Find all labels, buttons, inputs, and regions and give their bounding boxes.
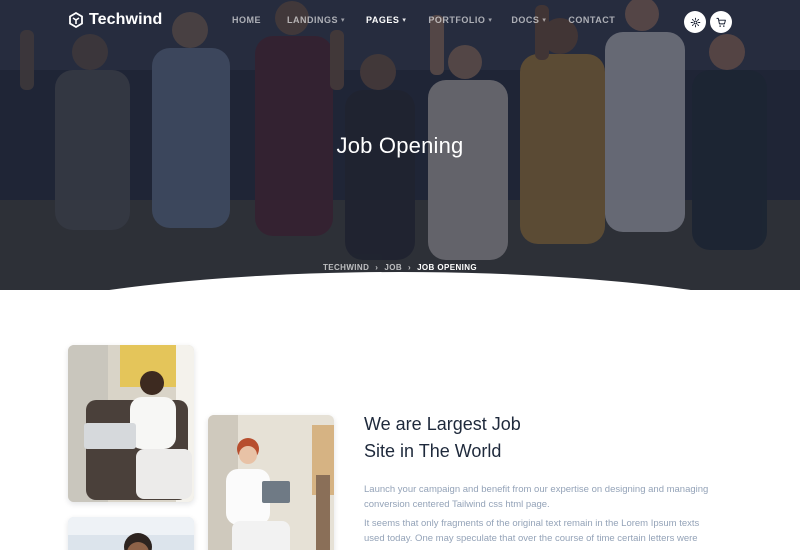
logo-icon bbox=[69, 12, 83, 28]
top-navbar: Techwind HOME LANDINGS ▾ PAGES ▾ PORTFOL… bbox=[0, 0, 800, 44]
chevron-down-icon: ▾ bbox=[402, 17, 407, 24]
nav-item-label: CONTACT bbox=[568, 15, 616, 25]
chevron-down-icon: ▾ bbox=[341, 17, 346, 24]
breadcrumb-separator-icon: › bbox=[375, 263, 379, 272]
breadcrumb-link-techwind[interactable]: TECHWIND bbox=[323, 263, 369, 272]
nav-item-label: LANDINGS bbox=[287, 15, 338, 25]
main-menu: HOME LANDINGS ▾ PAGES ▾ PORTFOLIO ▾ DOCS… bbox=[232, 15, 615, 25]
shopping-cart-icon bbox=[715, 17, 726, 27]
nav-item-label: PORTFOLIO bbox=[428, 15, 486, 25]
nav-item-portfolio[interactable]: PORTFOLIO ▾ bbox=[428, 15, 492, 25]
nav-item-contact[interactable]: CONTACT bbox=[568, 15, 615, 25]
nav-item-label: HOME bbox=[232, 15, 261, 25]
nav-item-pages[interactable]: PAGES ▾ bbox=[366, 15, 406, 25]
page-title: Job Opening bbox=[336, 133, 464, 158]
chevron-down-icon: ▾ bbox=[542, 17, 547, 24]
about-paragraph-2: It seems that only fragments of the orig… bbox=[364, 518, 700, 544]
chevron-down-icon: ▾ bbox=[488, 17, 493, 24]
nav-item-home[interactable]: HOME bbox=[232, 15, 261, 25]
breadcrumb: TECHWIND › JOB › JOB OPENING bbox=[0, 263, 800, 272]
breadcrumb-link-job[interactable]: JOB bbox=[384, 263, 402, 272]
about-photo-person bbox=[68, 517, 194, 550]
nav-item-label: DOCS bbox=[511, 15, 540, 25]
about-photo-woman-tablet bbox=[208, 415, 334, 550]
nav-item-label: PAGES bbox=[366, 15, 400, 25]
settings-button[interactable] bbox=[684, 11, 706, 33]
breadcrumb-separator-icon: › bbox=[408, 263, 412, 272]
gear-icon bbox=[690, 17, 700, 27]
about-photo-man-laptop bbox=[68, 345, 194, 502]
cart-button[interactable] bbox=[710, 11, 732, 33]
section-title-line-1: We are Largest Job bbox=[364, 414, 521, 434]
breadcrumb-current: JOB OPENING bbox=[417, 263, 478, 272]
logo[interactable]: Techwind bbox=[68, 11, 162, 29]
logo-text: Techwind bbox=[89, 11, 163, 28]
section-title: We are Largest Job Site in The World bbox=[364, 411, 604, 465]
nav-item-docs[interactable]: DOCS ▾ bbox=[511, 15, 546, 25]
section-title-line-2: Site in The World bbox=[364, 441, 502, 461]
about-paragraph-1: Launch your campaign and benefit from ou… bbox=[364, 484, 709, 510]
nav-item-landings[interactable]: LANDINGS ▾ bbox=[287, 15, 345, 25]
